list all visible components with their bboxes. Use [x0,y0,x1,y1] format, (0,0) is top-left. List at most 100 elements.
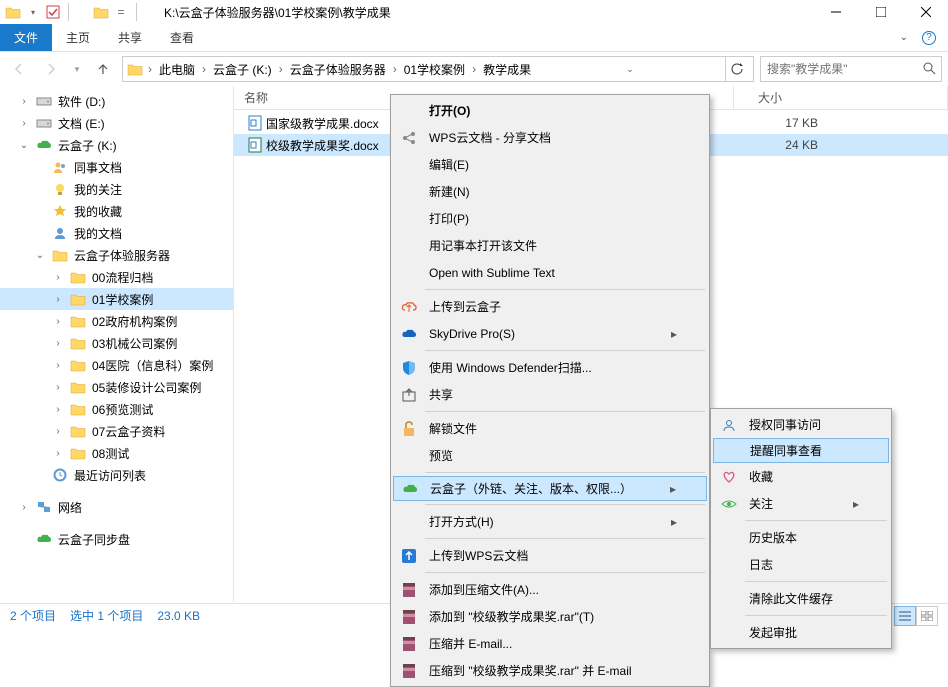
menu-item[interactable]: 关注▸ [713,490,889,517]
tree-drive-k[interactable]: ⌄云盒子 (K:) [0,134,233,156]
context-submenu[interactable]: 授权同事访问提醒同事查看收藏关注▸ 历史版本日志清除此文件缓存发起审批 [710,408,892,649]
menu-item-label: 清除此文件缓存 [749,590,833,607]
folder-icon [70,446,86,460]
tree-drive-d[interactable]: ›软件 (D:) [0,90,233,112]
tree-recent[interactable]: ·最近访问列表 [0,464,233,486]
chevron-right-icon[interactable]: › [145,62,155,76]
menu-item[interactable]: 共享 [393,381,707,408]
star-icon [52,204,68,218]
minimize-button[interactable] [813,0,858,24]
menu-item[interactable]: 发起审批 [713,619,889,646]
menu-item[interactable]: 云盒子（外链、关注、版本、权限...）▸ [393,476,707,501]
menu-item[interactable]: Open with Sublime Text [393,259,707,286]
menu-item[interactable]: 添加到 "校级教学成果奖.rar"(T) [393,603,707,630]
tab-share[interactable]: 共享 [104,24,156,51]
tree-my-docs[interactable]: ·我的文档 [0,222,233,244]
menu-item[interactable]: 上传到云盒子 [393,293,707,320]
menu-item[interactable]: 添加到压缩文件(A)... [393,576,707,603]
cloud-drive-icon [36,139,52,151]
ribbon-expand-icon[interactable]: ⌄ [900,32,908,43]
qa-sep-icon[interactable]: = [112,3,130,21]
drive-icon [36,95,52,107]
dropdown-icon[interactable]: ⌄ [618,57,642,81]
menu-item[interactable]: 用记事本打开该文件 [393,232,707,259]
cloud-icon [400,483,420,495]
title-bar: ▾ = K:\云盒子体验服务器\01学校案例\教学成果 [0,0,948,24]
menu-item-label: 添加到压缩文件(A)... [429,581,539,598]
tree-folder[interactable]: ›05装修设计公司案例 [0,376,233,398]
menu-item[interactable]: 打开方式(H)▸ [393,508,707,535]
tree-server[interactable]: ⌄云盒子体验服务器 [0,244,233,266]
help-icon[interactable]: ? [922,31,936,45]
search-icon[interactable] [922,61,936,78]
tab-view[interactable]: 查看 [156,24,208,51]
crumb-pc[interactable]: 此电脑 [155,57,199,81]
refresh-button[interactable] [725,57,749,81]
menu-item[interactable]: 清除此文件缓存 [713,585,889,612]
nav-tree[interactable]: ›软件 (D:) ›文档 (E:) ⌄云盒子 (K:) ·同事文档 ·我的关注 … [0,86,234,602]
checkbox-icon[interactable] [44,3,62,21]
menu-item[interactable]: 压缩到 "校级教学成果奖.rar" 并 E-mail [393,657,707,684]
close-button[interactable] [903,0,948,24]
tree-folder[interactable]: ›08测试 [0,442,233,464]
menu-item[interactable]: 使用 Windows Defender扫描... [393,354,707,381]
menu-item[interactable]: 压缩并 E-mail... [393,630,707,657]
tree-folder[interactable]: ›07云盒子资料 [0,420,233,442]
rar-icon [399,582,419,598]
view-icons-button[interactable] [916,606,938,626]
search-input[interactable] [767,62,922,76]
maximize-button[interactable] [858,0,903,24]
folder-icon [92,3,110,21]
forward-button[interactable] [38,56,64,82]
col-size[interactable]: 大小 [748,86,948,109]
wps-icon [399,548,419,564]
tree-syncdisk[interactable]: ·云盒子同步盘 [0,528,233,550]
crumb-server[interactable]: 云盒子体验服务器 [286,57,390,81]
menu-item[interactable]: 上传到WPS云文档 [393,542,707,569]
menu-item[interactable]: 历史版本 [713,524,889,551]
menu-item[interactable]: 新建(N) [393,178,707,205]
up-button[interactable] [90,56,116,82]
tree-drive-e[interactable]: ›文档 (E:) [0,112,233,134]
context-menu[interactable]: 打开(O)WPS云文档 - 分享文档编辑(E)新建(N)打印(P)用记事本打开该… [390,94,710,687]
tree-folder[interactable]: ›06预览测试 [0,398,233,420]
menu-item[interactable]: 打开(O) [393,97,707,124]
tab-home[interactable]: 主页 [52,24,104,51]
menu-item[interactable]: 日志 [713,551,889,578]
menu-item-label: Open with Sublime Text [429,266,555,280]
tree-folder[interactable]: ›01学校案例 [0,288,233,310]
crumb-case[interactable]: 01学校案例 [400,57,469,81]
back-button[interactable] [6,56,32,82]
crumb-leaf[interactable]: 教学成果 [479,57,535,81]
menu-item[interactable]: 编辑(E) [393,151,707,178]
tree-folder[interactable]: ›02政府机构案例 [0,310,233,332]
menu-item-label: 使用 Windows Defender扫描... [429,359,592,376]
tree-my-follow[interactable]: ·我的关注 [0,178,233,200]
folder-icon [70,380,86,394]
menu-item[interactable]: 预览 [393,442,707,469]
crumb-drive[interactable]: 云盒子 (K:) [209,57,276,81]
qa-dropdown-icon[interactable]: ▾ [24,3,42,21]
menu-item[interactable]: WPS云文档 - 分享文档 [393,124,707,151]
menu-item[interactable]: SkyDrive Pro(S)▸ [393,320,707,347]
menu-item[interactable]: 解锁文件 [393,415,707,442]
menu-item[interactable]: 授权同事访问 [713,411,889,438]
tree-my-fav[interactable]: ·我的收藏 [0,200,233,222]
bulb-icon [52,182,68,196]
tree-network[interactable]: ›网络 [0,496,233,518]
tab-file[interactable]: 文件 [0,24,52,51]
menu-item-label: 历史版本 [749,529,797,546]
tree-folder[interactable]: ›00流程归档 [0,266,233,288]
view-details-button[interactable] [894,606,916,626]
menu-item-label: SkyDrive Pro(S) [429,327,515,341]
tree-colleague-docs[interactable]: ·同事文档 [0,156,233,178]
tree-folder[interactable]: ›03机械公司案例 [0,332,233,354]
history-dropdown[interactable]: ▾ [70,56,84,82]
menu-item[interactable]: 提醒同事查看 [713,438,889,463]
folder-icon [70,336,86,350]
search-box[interactable] [760,56,942,82]
tree-folder[interactable]: ›04医院（信息科）案例 [0,354,233,376]
breadcrumb[interactable]: › 此电脑› 云盒子 (K:)› 云盒子体验服务器› 01学校案例› 教学成果 … [122,56,754,82]
menu-item[interactable]: 打印(P) [393,205,707,232]
menu-item[interactable]: 收藏 [713,463,889,490]
